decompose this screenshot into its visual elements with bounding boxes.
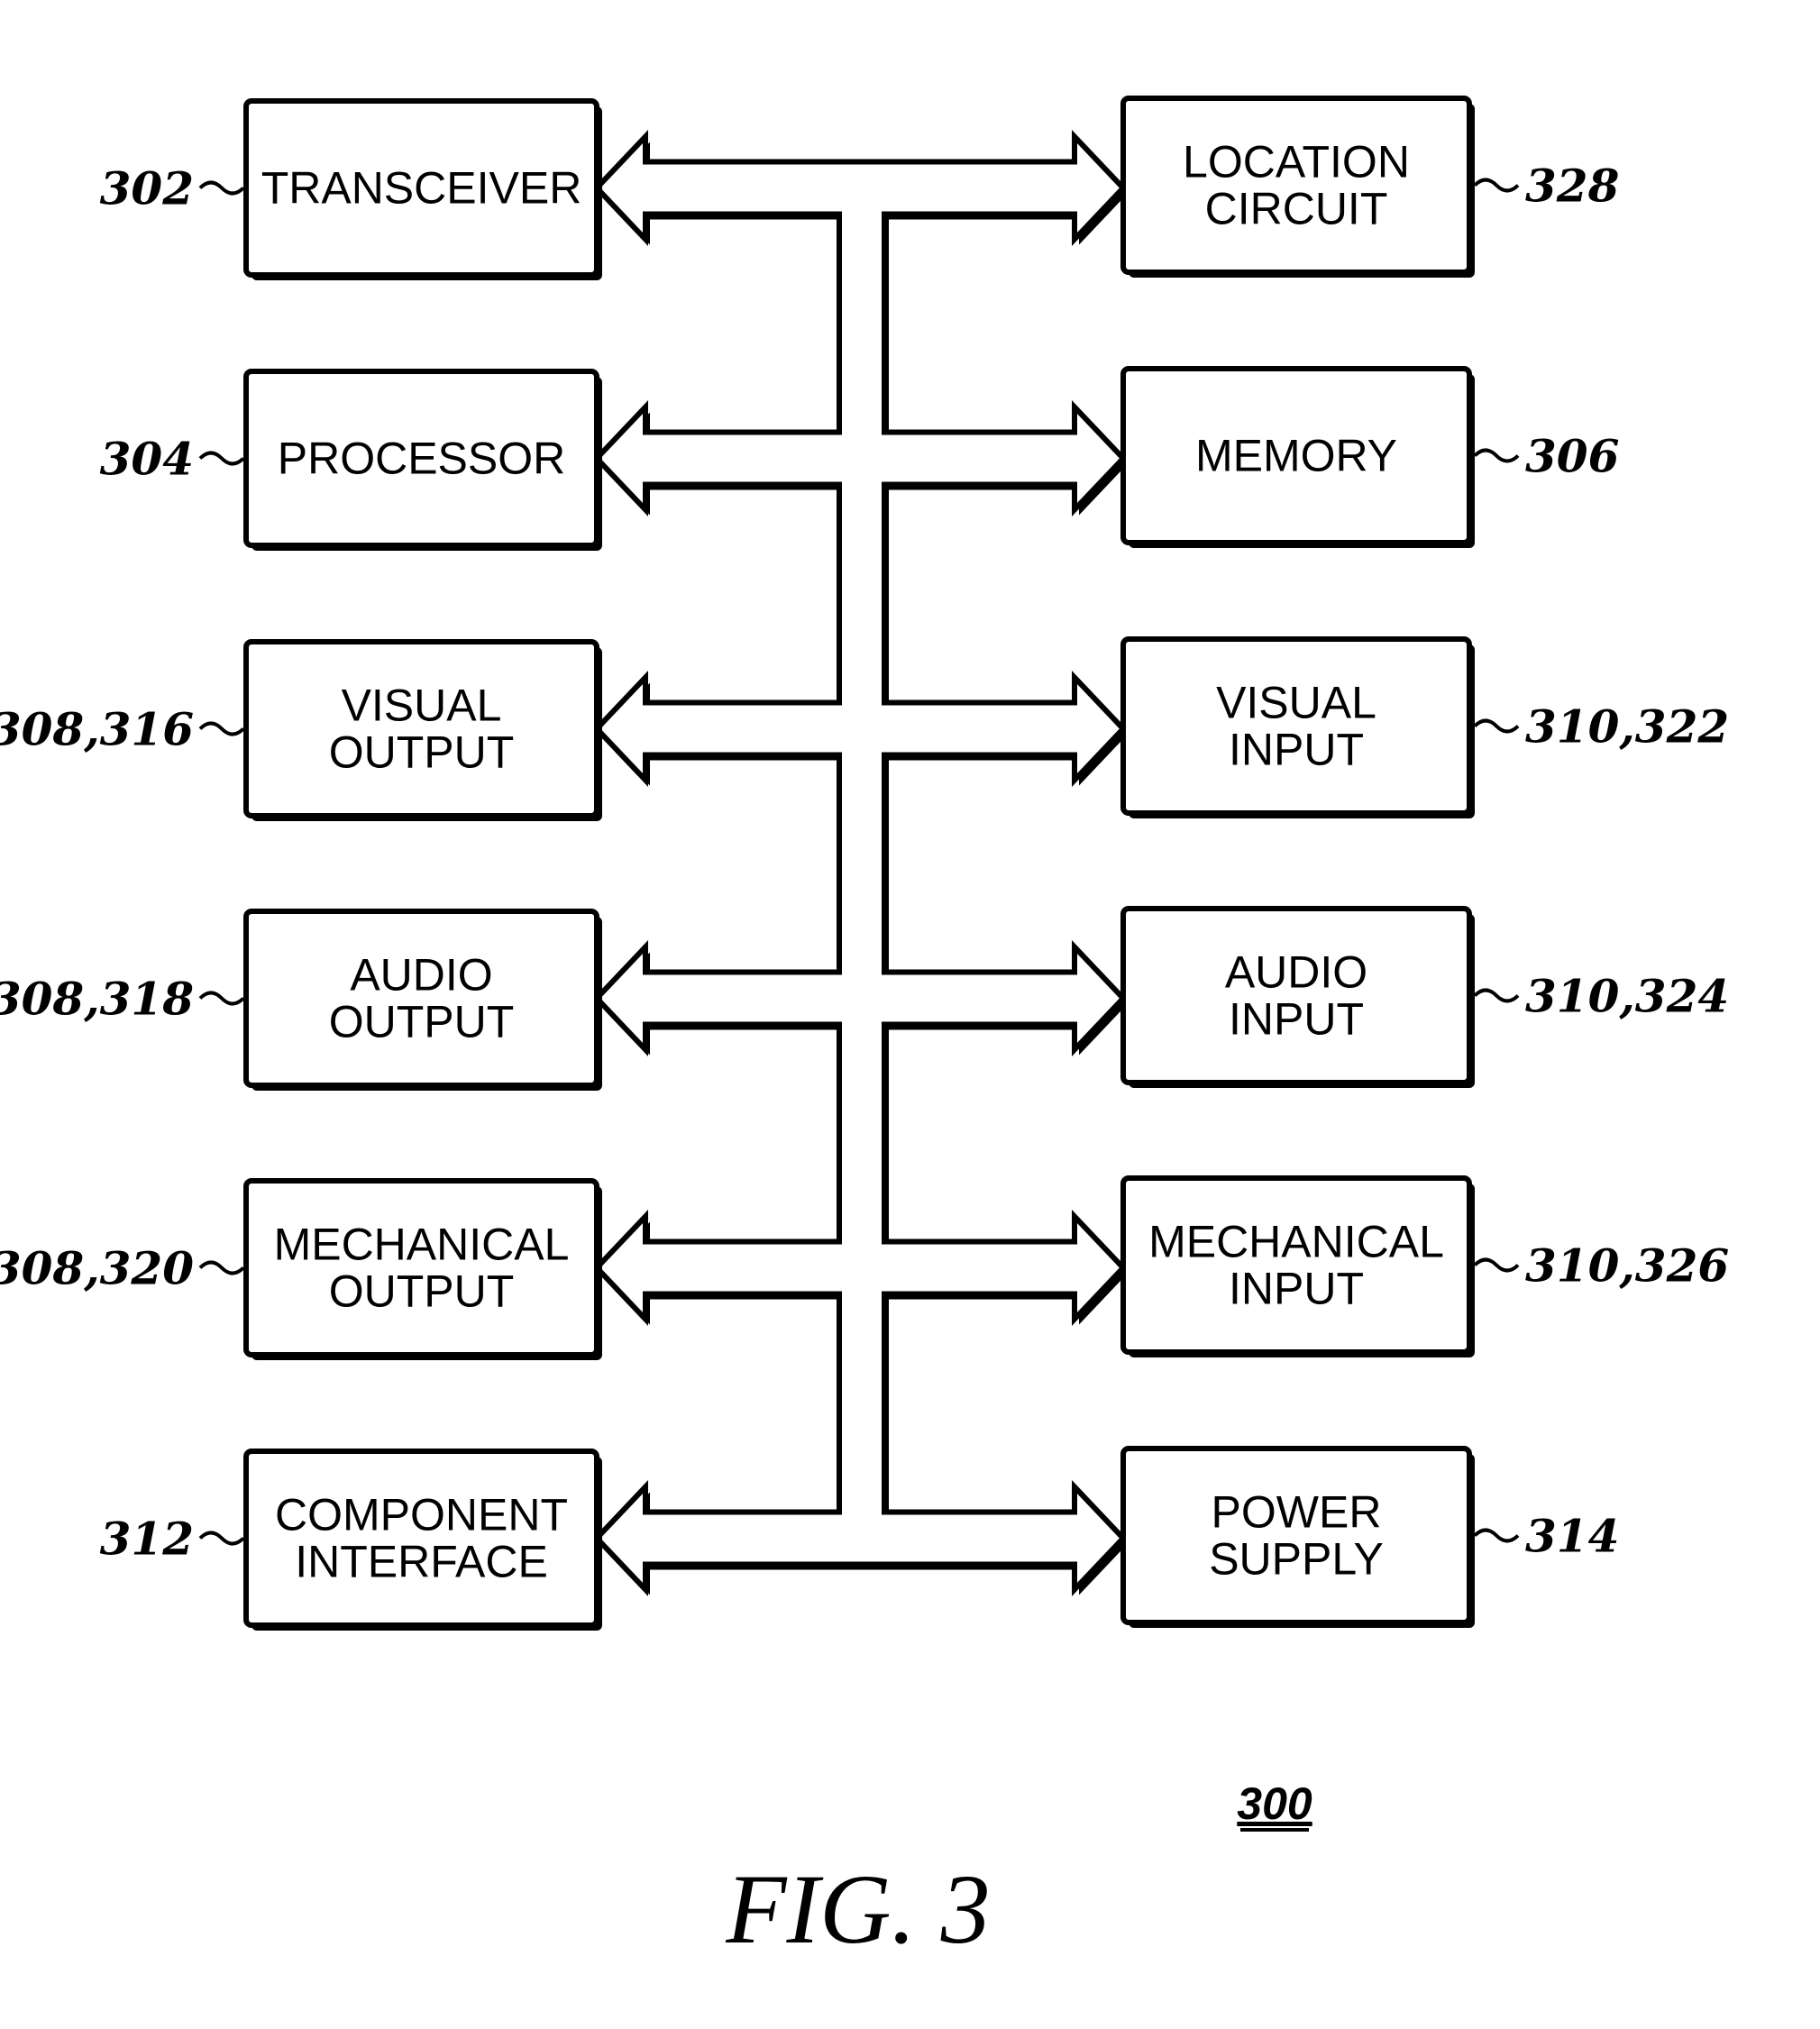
left-block-visual-output: VISUALOUTPUT 308,316 (0, 639, 602, 821)
left-block-mechanical-output: MECHANICALOUTPUT 308,320 (0, 1178, 602, 1360)
right-block-mechanical-input: MECHANICALINPUT 310,326 (1120, 1175, 1729, 1357)
block-label: OUTPUT (329, 1266, 515, 1317)
block-label: VISUAL (342, 681, 502, 731)
reference-label: 310,326 (1525, 1239, 1729, 1293)
block-label: COMPONENT (275, 1490, 568, 1540)
block-label: MECHANICAL (274, 1220, 570, 1270)
right-block-location-circuit: LOCATIONCIRCUIT 328 (1120, 96, 1619, 278)
reference-label: 310,324 (1525, 970, 1729, 1023)
block-label: POWER (1212, 1487, 1382, 1538)
reference-label: 304 (100, 433, 194, 486)
leader-line (1473, 718, 1520, 734)
figure-title: FIG. 3 (725, 1854, 990, 1964)
reference-label: 308,318 (0, 973, 194, 1026)
leader-line (198, 991, 245, 1006)
leader-line (198, 1531, 245, 1546)
block-label: PROCESSOR (278, 434, 566, 484)
block-label: INPUT (1229, 725, 1364, 775)
leader-line (198, 180, 245, 196)
reference-label: 306 (1525, 430, 1619, 483)
left-blocks: TRANSCEIVER302PROCESSOR304VISUALOUTPUT30… (0, 98, 602, 1631)
reference-label: 308,316 (0, 703, 194, 756)
block-label: OUTPUT (329, 727, 515, 778)
right-blocks: LOCATIONCIRCUIT 328MEMORY 306VISUALINPUT 31… (1120, 96, 1729, 1628)
leader-line (1473, 448, 1520, 463)
reference-label: 302 (100, 162, 194, 215)
block-label: MECHANICAL (1148, 1217, 1444, 1267)
leader-line (1473, 988, 1520, 1003)
block-label: VISUAL (1216, 678, 1376, 728)
left-block-component-interface: COMPONENTINTERFACE 312 (100, 1449, 602, 1631)
reference-label: 328 (1525, 160, 1619, 213)
block-label: INPUT (1229, 1264, 1364, 1314)
left-block-transceiver: TRANSCEIVER 302 (100, 98, 602, 280)
figure-reference-number: 300 (1237, 1778, 1312, 1829)
right-block-power-supply: POWERSUPPLY 314 (1120, 1446, 1619, 1628)
block-label: SUPPLY (1209, 1534, 1384, 1585)
right-block-audio-input: AUDIOINPUT 310,324 (1120, 906, 1729, 1088)
left-block-processor: PROCESSOR 304 (100, 369, 602, 551)
right-block-memory: MEMORY 306 (1120, 366, 1619, 548)
reference-label: 314 (1525, 1510, 1619, 1563)
right-block-visual-input: VISUALINPUT 310,322 (1120, 636, 1729, 818)
reference-label: 308,320 (0, 1242, 194, 1295)
block-diagram: TRANSCEIVER302PROCESSOR304VISUALOUTPUT30… (0, 96, 1729, 1964)
block-label: INPUT (1229, 994, 1364, 1045)
block-label: INTERFACE (295, 1537, 548, 1587)
leader-line (1473, 178, 1520, 193)
block-label: AUDIO (350, 950, 492, 1001)
leader-line (198, 1260, 245, 1275)
leader-line (1473, 1528, 1520, 1543)
left-block-audio-output: AUDIOOUTPUT 308,318 (0, 909, 602, 1091)
leader-line (198, 451, 245, 466)
block-label: OUTPUT (329, 997, 515, 1047)
block-label: TRANSCEIVER (261, 163, 582, 214)
block-label: AUDIO (1225, 947, 1367, 998)
block-label: CIRCUIT (1205, 184, 1388, 234)
bus-outline (592, 129, 1128, 1597)
block-label: LOCATION (1183, 137, 1410, 187)
bus (592, 129, 1128, 1597)
block-label: MEMORY (1195, 431, 1397, 481)
leader-line (198, 721, 245, 736)
reference-label: 310,322 (1525, 700, 1729, 754)
reference-label: 312 (100, 1513, 194, 1566)
leader-line (1473, 1257, 1520, 1273)
